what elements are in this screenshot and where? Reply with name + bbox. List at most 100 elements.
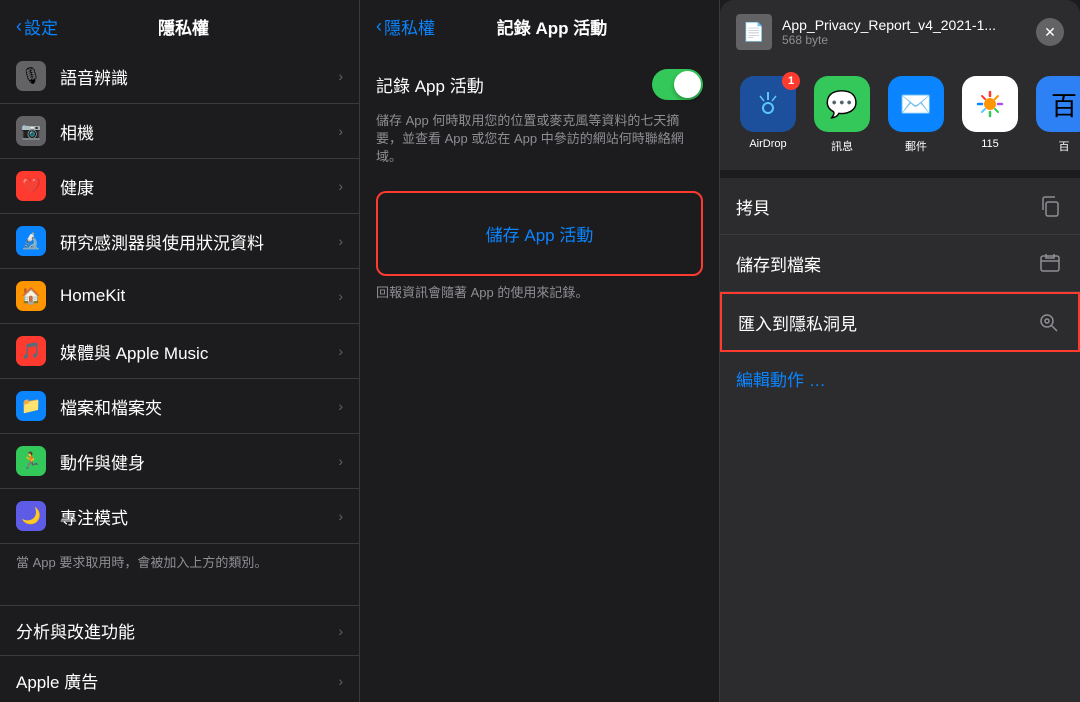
share-file-size: 568 byte — [782, 33, 1036, 47]
share-action-label: 儲存到檔案 — [736, 251, 1036, 276]
share-edit-actions-link[interactable]: 編輯動作 … — [720, 352, 1080, 405]
menu-item-label: 動作與健身 — [60, 449, 338, 474]
menu-chevron-icon: › — [338, 123, 343, 139]
share-app-icon: 1 — [740, 76, 796, 132]
middle-back-button[interactable]: ‹ 隱私權 — [376, 14, 435, 39]
toggle-label: 記錄 App 活動 — [376, 72, 484, 97]
sidebar-item[interactable]: 🎙 語音辨識 › — [0, 49, 359, 104]
menu-chevron-icon: › — [338, 398, 343, 414]
share-app-icon: 百 — [1036, 76, 1080, 132]
menu-item-icon: 📁 — [16, 391, 46, 421]
share-app-airdrop[interactable]: 1 AirDrop — [736, 76, 800, 154]
left-menu-list: 🎙 語音辨識 › 📷 相機 › ❤️ 健康 › 🔬 研究感測器與使用狀況資料 ›… — [0, 49, 359, 702]
save-app-activity-button[interactable]: 儲存 App 活動 — [392, 207, 687, 260]
toggle-row: 記錄 App 活動 — [376, 69, 703, 100]
menu-item-icon: 🎙 — [16, 61, 46, 91]
menu-chevron-icon: › — [338, 343, 343, 359]
toggle-description: 儲存 App 何時取用您的位置或麥克風等資料的七天摘要，並查看 App 或您在 … — [376, 112, 703, 167]
share-action-儲存到檔案[interactable]: 儲存到檔案 — [720, 235, 1080, 292]
menu-item-icon: 🌙 — [16, 501, 46, 531]
middle-header: ‹ 隱私權 記錄 App 活動 — [360, 0, 719, 49]
menu-chevron-icon: › — [338, 508, 343, 524]
record-app-activity-toggle[interactable] — [652, 69, 703, 100]
menu-chevron-icon: › — [338, 68, 343, 84]
share-app-icon: 💬 — [814, 76, 870, 132]
share-action-icon — [1034, 308, 1062, 336]
menu-chevron-icon: › — [338, 178, 343, 194]
menu-item-label: 研究感測器與使用狀況資料 — [60, 229, 338, 254]
share-app-label: 百 — [1059, 138, 1070, 154]
menu-chevron-icon: › — [338, 673, 343, 689]
middle-content: 記錄 App 活動 儲存 App 何時取用您的位置或麥克風等資料的七天摘要，並查… — [360, 49, 719, 702]
menu-item-icon: 🎵 — [16, 336, 46, 366]
middle-panel: ‹ 隱私權 記錄 App 活動 記錄 App 活動 儲存 App 何時取用您的位… — [360, 0, 720, 702]
share-action-匯入到隱私洞見[interactable]: 匯入到隱私洞見 — [720, 292, 1080, 352]
menu-item-label: 分析與改進功能 — [16, 618, 338, 643]
share-action-label: 拷貝 — [736, 194, 1036, 219]
left-header: ‹ 設定 隱私權 — [0, 0, 359, 49]
sidebar-item[interactable]: 🏠 HomeKit › — [0, 269, 359, 324]
menu-section-footer: 當 App 要求取用時，會被加入上方的類別。 — [0, 544, 359, 585]
share-app-photos[interactable]: 115 — [958, 76, 1022, 154]
toggle-knob — [674, 71, 701, 98]
sidebar-item[interactable]: ❤️ 健康 › — [0, 159, 359, 214]
right-panel: 📄 App_Privacy_Report_v4_2021-1... 568 by… — [720, 0, 1080, 702]
sidebar-item[interactable]: 🔬 研究感測器與使用狀況資料 › — [0, 214, 359, 269]
left-panel-title: 隱私權 — [64, 14, 343, 39]
menu-chevron-icon: › — [338, 623, 343, 639]
menu-chevron-icon: › — [338, 288, 343, 304]
left-back-button[interactable]: ‹ 設定 — [16, 14, 58, 39]
menu-item-icon: 📷 — [16, 116, 46, 146]
menu-chevron-icon: › — [338, 453, 343, 469]
share-app-icon: ✉️ — [888, 76, 944, 132]
save-note: 回報資訊會隨著 App 的使用來記錄。 — [376, 284, 703, 302]
share-app-icon — [962, 76, 1018, 132]
share-app-label: 訊息 — [831, 138, 853, 154]
menu-item-icon: 🏃 — [16, 446, 46, 476]
share-action-label: 匯入到隱私洞見 — [738, 310, 1034, 335]
share-header: 📄 App_Privacy_Report_v4_2021-1... 568 by… — [720, 0, 1080, 60]
left-back-label: 設定 — [24, 14, 58, 39]
share-action-拷貝[interactable]: 拷貝 — [720, 178, 1080, 235]
share-file-info: App_Privacy_Report_v4_2021-1... 568 byte — [782, 17, 1036, 47]
left-panel: ‹ 設定 隱私權 🎙 語音辨識 › 📷 相機 › ❤️ 健康 › 🔬 研究感測器… — [0, 0, 360, 702]
left-back-chevron-icon: ‹ — [16, 16, 22, 37]
sidebar-item[interactable]: 🎵 媒體與 Apple Music › — [0, 324, 359, 379]
menu-chevron-icon: › — [338, 233, 343, 249]
share-actions: 拷貝 儲存到檔案 匯入到隱私洞見 編輯動作 … — [720, 178, 1080, 702]
menu-item-label: 媒體與 Apple Music — [60, 339, 338, 364]
middle-back-chevron-icon: ‹ — [376, 16, 382, 37]
sidebar-item[interactable]: 分析與改進功能 › — [0, 605, 359, 656]
share-action-icon — [1036, 192, 1064, 220]
share-action-icon — [1036, 249, 1064, 277]
middle-back-label: 隱私權 — [384, 14, 435, 39]
menu-item-label: 健康 — [60, 174, 338, 199]
app-badge: 1 — [782, 72, 800, 90]
share-app-baidu[interactable]: 百 百 — [1032, 76, 1080, 154]
sidebar-item[interactable]: 📁 檔案和檔案夾 › — [0, 379, 359, 434]
menu-item-icon: 🏠 — [16, 281, 46, 311]
menu-item-label: 檔案和檔案夾 — [60, 394, 338, 419]
menu-item-label: 語音辨識 — [60, 64, 338, 89]
menu-item-label: 相機 — [60, 119, 338, 144]
share-app-label: 郵件 — [905, 138, 927, 154]
share-app-label: 115 — [981, 138, 999, 150]
share-apps-row: 1 AirDrop 💬 訊息 ✉️ 郵件 — [720, 60, 1080, 170]
save-btn-container: 儲存 App 活動 — [376, 191, 703, 276]
menu-item-label: HomeKit — [60, 286, 338, 306]
sidebar-item[interactable]: 🏃 動作與健身 › — [0, 434, 359, 489]
share-app-messages[interactable]: 💬 訊息 — [810, 76, 874, 154]
share-close-button[interactable]: ✕ — [1036, 18, 1064, 46]
share-app-label: AirDrop — [749, 138, 786, 150]
sidebar-item[interactable]: 🌙 專注模式 › — [0, 489, 359, 544]
file-icon: 📄 — [736, 14, 772, 50]
menu-item-label: Apple 廣告 — [16, 668, 338, 693]
share-app-mail[interactable]: ✉️ 郵件 — [884, 76, 948, 154]
menu-item-icon: 🔬 — [16, 226, 46, 256]
menu-item-icon: ❤️ — [16, 171, 46, 201]
share-file-name: App_Privacy_Report_v4_2021-1... — [782, 17, 1036, 33]
sidebar-item[interactable]: 📷 相機 › — [0, 104, 359, 159]
middle-panel-title: 記錄 App 活動 — [441, 14, 703, 39]
left-menu-section-main: 🎙 語音辨識 › 📷 相機 › ❤️ 健康 › 🔬 研究感測器與使用狀況資料 ›… — [0, 49, 359, 702]
sidebar-item[interactable]: Apple 廣告 › — [0, 656, 359, 702]
